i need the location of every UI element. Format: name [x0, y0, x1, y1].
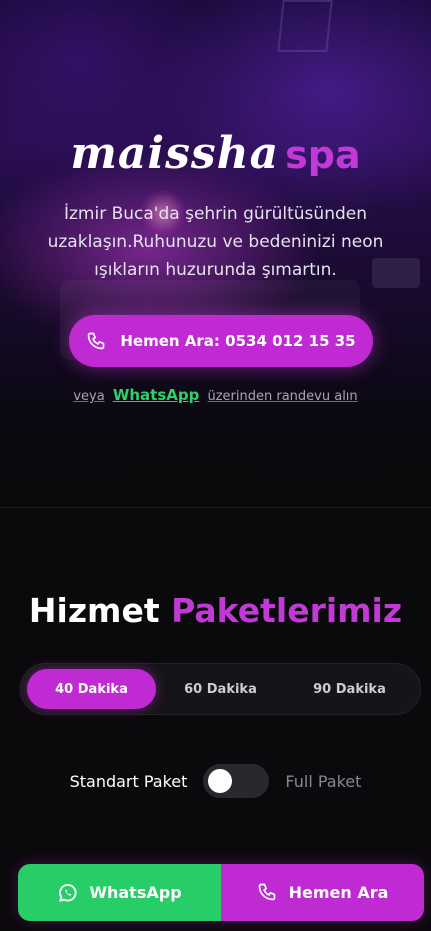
section-divider	[0, 507, 431, 508]
call-button-label: Hemen Ara	[288, 883, 389, 902]
call-button[interactable]: Hemen Ara	[221, 864, 424, 921]
phone-icon	[257, 882, 279, 904]
packages-title-accent: Paketlerimiz	[171, 591, 403, 630]
whatsapp-button[interactable]: WhatsApp	[18, 864, 221, 921]
whatsapp-link[interactable]: WhatsApp	[113, 386, 200, 404]
background-mirror-decoration	[277, 0, 333, 52]
sticky-contact-bar: WhatsApp Hemen Ara	[18, 864, 424, 921]
brand-name: maissha	[70, 128, 280, 179]
packages-title-plain: Hizmet	[28, 591, 160, 630]
brand-accent: spa	[285, 133, 361, 177]
alt-suffix: üzerinden randevu alın	[207, 389, 358, 404]
whatsapp-booking-line: veya WhatsApp üzerinden randevu alın	[0, 386, 431, 404]
tab-90-dakika[interactable]: 90 Dakika	[285, 669, 414, 709]
duration-tabs: 40 Dakika 60 Dakika 90 Dakika	[20, 663, 421, 715]
call-now-button[interactable]: Hemen Ara: 0534 012 15 35	[69, 315, 373, 367]
switch-knob	[208, 769, 233, 793]
full-package-label: Full Paket	[285, 771, 362, 791]
standard-package-label: Standart Paket	[69, 771, 188, 791]
brand-logo: maissha spa	[0, 126, 431, 183]
package-type-toggle-row: Standart Paket Full Paket	[0, 764, 431, 798]
hero-tagline: İzmir Buca'da şehrin gürültüsünden uzakl…	[47, 204, 384, 280]
alt-prefix: veya	[73, 389, 105, 404]
package-type-switch[interactable]	[203, 764, 270, 798]
whatsapp-icon	[57, 882, 79, 904]
packages-title: Hizmet Paketlerimiz	[0, 588, 431, 634]
whatsapp-button-label: WhatsApp	[89, 883, 182, 902]
tab-40-dakika[interactable]: 40 Dakika	[27, 669, 156, 709]
tab-60-dakika[interactable]: 60 Dakika	[156, 669, 285, 709]
phone-icon	[86, 331, 106, 351]
call-now-label: Hemen Ara: 0534 012 15 35	[120, 332, 356, 350]
